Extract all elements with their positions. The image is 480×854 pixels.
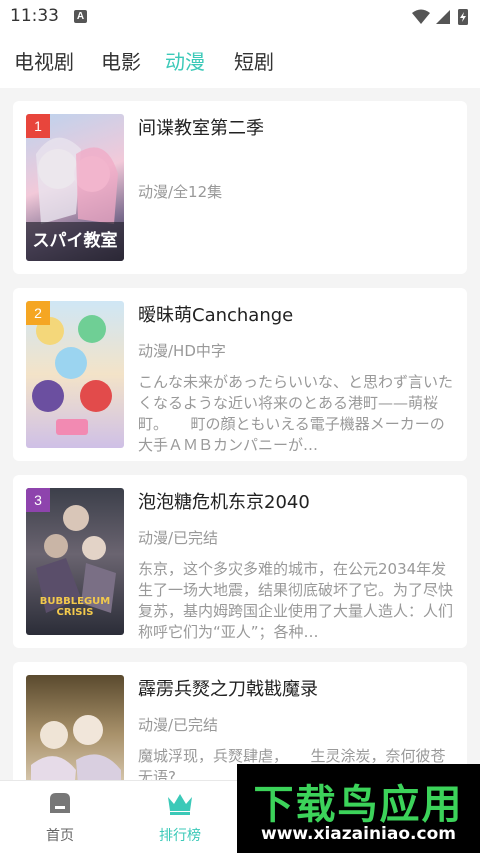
item-title: 泡泡糖危机东京2040 <box>138 492 310 513</box>
tab-tv[interactable]: 电视剧 <box>14 46 74 75</box>
cover-art <box>31 715 121 780</box>
watermark-text: 下载鸟应用 <box>253 782 464 828</box>
tab-short-drama[interactable]: 短剧 <box>234 46 274 75</box>
list-item[interactable]: 2 暧昧萌Canchange 动漫/HD中字 こんな未来があったらいいな、と思わ… <box>13 288 467 461</box>
category-tabs: 电视剧 电影 动漫 短剧 <box>0 34 480 88</box>
system-icons <box>412 9 468 25</box>
item-meta: 动漫/已完结 <box>138 716 219 734</box>
status-time: 11:33 <box>10 6 59 26</box>
item-description: こんな未来があったらいいな、と思わず言いたくなるような近い将来のとある港町——萌… <box>138 373 454 454</box>
cover-image: BUBBLEGUM CRISIS 3 <box>26 488 124 635</box>
cover-image: 2 <box>26 301 124 448</box>
rank-badge: 2 <box>26 301 50 325</box>
watermark: 下载鸟应用 www.xiazainiao.com <box>237 764 480 853</box>
list-item[interactable]: BUBBLEGUM CRISIS 3 泡泡糖危机东京2040 动漫/已完结 东京… <box>13 475 467 648</box>
tab-anime[interactable]: 动漫 <box>165 46 205 75</box>
cover-title: スパイ教室 <box>32 231 118 251</box>
rank-badge: 3 <box>26 488 50 512</box>
notification-a-icon: A <box>74 10 87 23</box>
item-title: 霹雳兵燹之刀戟戡魔录 <box>138 679 318 700</box>
nav-home-label: 首页 <box>46 828 74 844</box>
item-meta: 动漫/已完结 <box>138 529 219 547</box>
list-item[interactable]: 霹雳兵燹之刀戟戡魔录 动漫/已完结 魔城浮现，兵燹肆虐， 生灵涂炭，奈何彼苍无语… <box>13 662 467 780</box>
ranking-list: スパイ教室 1 间谍教室第二季 动漫/全12集 2 暧昧萌Canchange 动… <box>0 88 480 780</box>
item-title: 暧昧萌Canchange <box>138 305 294 326</box>
list-item[interactable]: スパイ教室 1 间谍教室第二季 动漫/全12集 <box>13 101 467 274</box>
item-title: 间谍教室第二季 <box>138 118 264 139</box>
signal-icon <box>436 10 450 24</box>
nav-ranking[interactable]: 排行榜 <box>130 789 230 845</box>
rank-badge: 1 <box>26 114 50 138</box>
cover-image: スパイ教室 1 <box>26 114 124 261</box>
tab-movie[interactable]: 电影 <box>101 46 141 75</box>
watermark-url: www.xiazainiao.com <box>261 824 456 844</box>
item-meta: 动漫/全12集 <box>138 183 223 201</box>
cover-image <box>26 675 124 780</box>
wifi-icon <box>412 9 430 24</box>
nav-home[interactable]: 首页 <box>10 789 110 845</box>
item-meta: 动漫/HD中字 <box>138 342 226 360</box>
home-icon <box>50 793 70 813</box>
item-description: 东京，这个多灾多难的城市，在公元2034年发生了一场大地震，结果彻底破坏了它。为… <box>138 560 454 641</box>
status-bar: 11:33 A <box>0 0 480 34</box>
crown-icon <box>168 794 192 815</box>
nav-ranking-label: 排行榜 <box>159 828 201 844</box>
cover-title: BUBBLEGUM CRISIS <box>39 596 111 618</box>
